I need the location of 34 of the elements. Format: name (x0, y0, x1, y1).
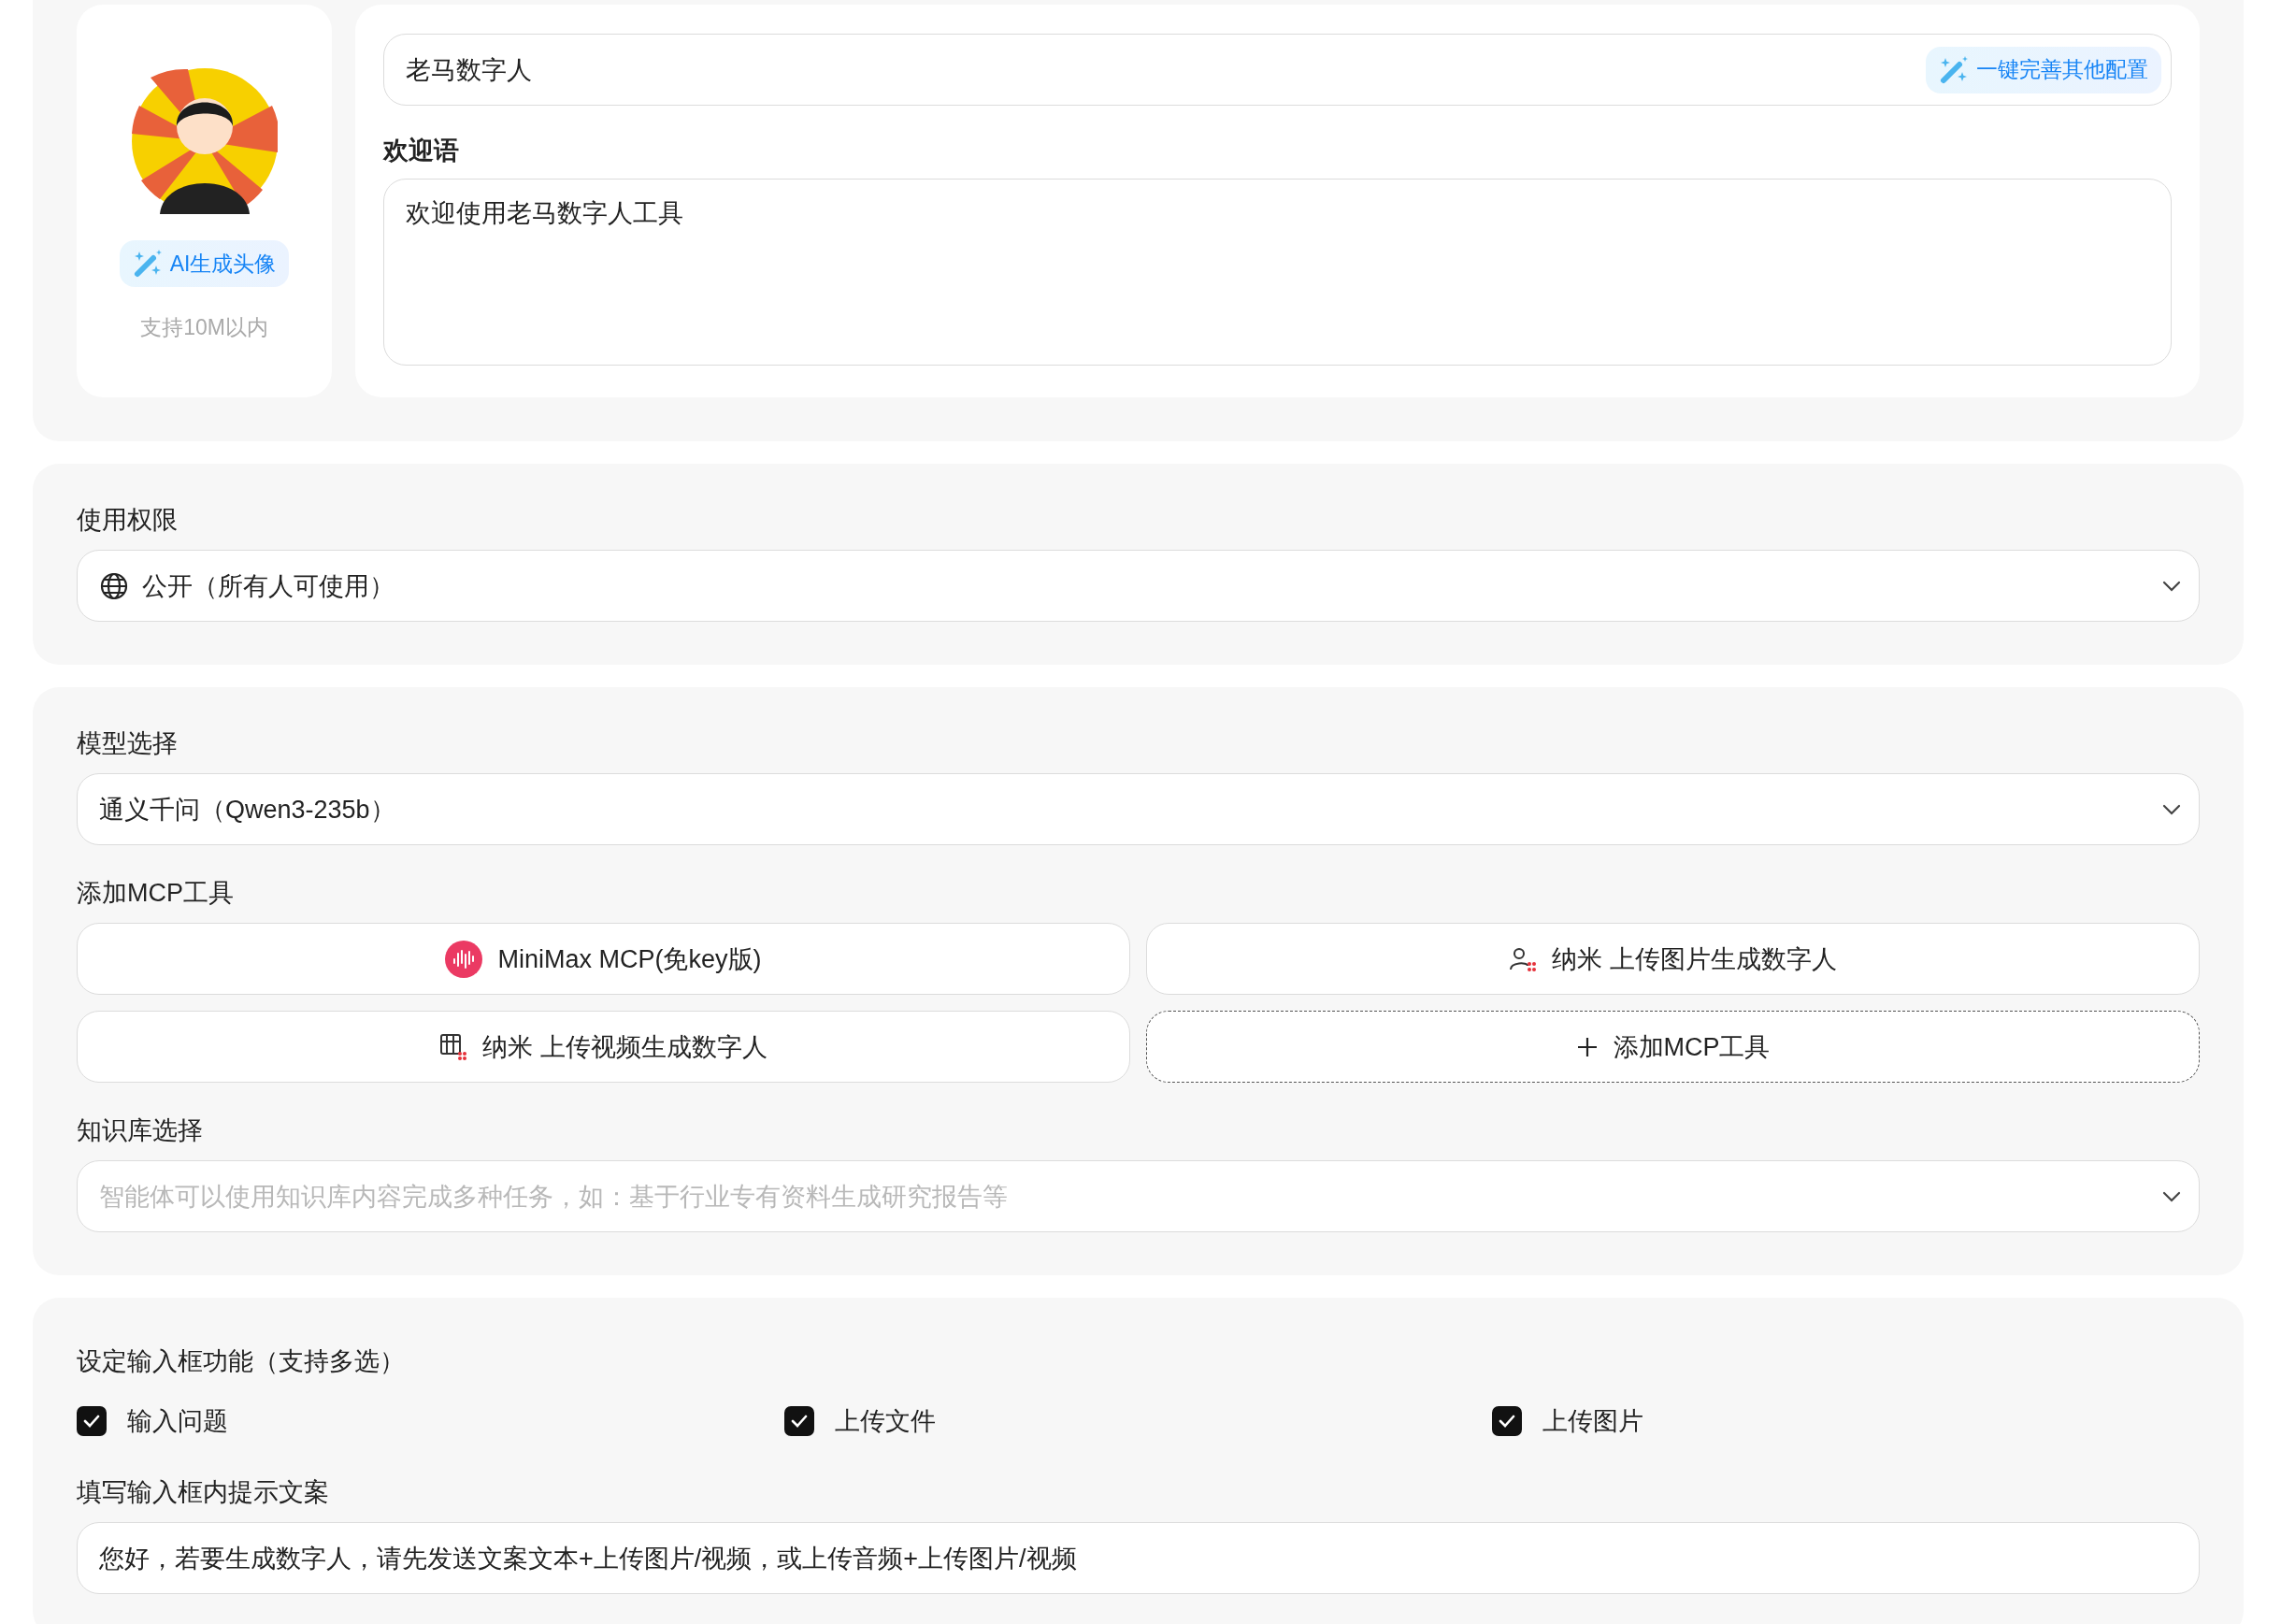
permission-label: 使用权限 (77, 505, 179, 536)
checkmark-icon (1498, 1414, 1516, 1429)
knowledge-base-label: 知识库选择 (77, 1115, 204, 1146)
checkbox-label: 上传图片 (1542, 1406, 1643, 1437)
hint-text-label: 填写输入框内提示文案 (77, 1477, 330, 1508)
avatar-drawing[interactable] (131, 68, 278, 214)
grid-icon (439, 1032, 468, 1061)
mcp-tool-button[interactable]: MiniMax MCP(免key版) (77, 923, 1130, 995)
checkmark-icon (790, 1414, 809, 1429)
checkbox[interactable] (784, 1406, 814, 1436)
checkbox[interactable] (77, 1406, 107, 1436)
welcome-label: 欢迎语 (383, 136, 460, 166)
chevron-down-icon[interactable] (2161, 579, 2182, 593)
mcp-tools-label: 添加MCP工具 (77, 878, 235, 909)
model-select[interactable]: 通义千问（Qwen3-235b） (77, 773, 2200, 845)
upload-size-hint: 支持10M以内 (140, 314, 268, 341)
model-label: 模型选择 (77, 728, 179, 759)
checkbox[interactable] (1492, 1406, 1522, 1436)
permission-select[interactable]: 公开（所有人可使用） (77, 550, 2200, 622)
mcp-tool-button[interactable]: 纳米 上传视频生成数字人 (77, 1011, 1130, 1083)
plus-icon (1575, 1035, 1599, 1058)
wave-logo-icon (445, 940, 483, 978)
chevron-down-icon[interactable] (2161, 802, 2182, 816)
globe-icon (99, 570, 129, 601)
hint-text-field[interactable]: 您好，若要生成数字人，请先发送文案文本+上传图片/视频，或上传音频+上传图片/视频 (77, 1522, 2200, 1594)
checkmark-icon (82, 1414, 101, 1429)
checkbox-label: 输入问题 (127, 1406, 228, 1437)
checkbox-label: 上传文件 (835, 1406, 936, 1437)
name-field[interactable]: 老马数字人 一键完善其他配置 (383, 34, 2172, 106)
chevron-down-icon[interactable] (2161, 1189, 2182, 1203)
mcp-tool-button[interactable]: 纳米 上传图片生成数字人 (1146, 923, 2200, 995)
welcome-text-area[interactable]: 欢迎使用老马数字人工具 (383, 179, 2172, 366)
add-mcp-tool-button[interactable]: 添加MCP工具 (1146, 1011, 2200, 1083)
input-features-label: 设定输入框功能（支持多选） (77, 1346, 406, 1377)
